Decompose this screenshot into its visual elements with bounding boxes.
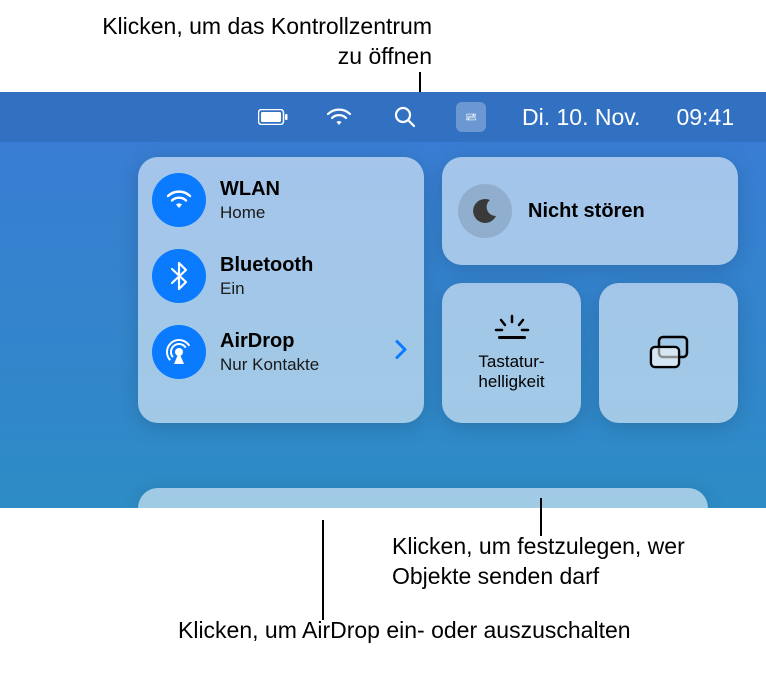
airdrop-title: AirDrop	[220, 330, 319, 353]
bluetooth-row[interactable]: Bluetooth Ein	[152, 249, 410, 303]
battery-icon[interactable]	[258, 102, 288, 132]
airdrop-subtitle: Nur Kontakte	[220, 355, 319, 375]
do-not-disturb-tile[interactable]: Nicht stören	[442, 157, 738, 265]
wifi-subtitle: Home	[220, 203, 280, 223]
keyboard-brightness-icon	[492, 314, 532, 344]
bluetooth-toggle-icon[interactable]	[152, 249, 206, 303]
wifi-text: WLAN Home	[220, 178, 280, 223]
airdrop-row[interactable]: AirDrop Nur Kontakte	[152, 325, 410, 379]
wifi-title: WLAN	[220, 178, 280, 201]
small-tiles-row: Tastatur-helligkeit	[442, 283, 738, 423]
screen-mirroring-icon	[647, 335, 691, 371]
connectivity-module: WLAN Home Bluetooth Ein AirDrop	[138, 157, 424, 423]
callout-control-center: Klicken, um das Kontrollzentrum zu öffne…	[72, 12, 432, 72]
callout-airdrop-options: Klicken, um festzulegen, wer Objekte sen…	[392, 532, 766, 592]
wifi-toggle-icon[interactable]	[152, 173, 206, 227]
wifi-row[interactable]: WLAN Home	[152, 173, 410, 227]
bluetooth-title: Bluetooth	[220, 254, 313, 277]
control-center-panel: WLAN Home Bluetooth Ein AirDrop	[138, 157, 738, 423]
airdrop-toggle-icon[interactable]	[152, 325, 206, 379]
keyboard-brightness-tile[interactable]: Tastatur-helligkeit	[442, 283, 581, 423]
menubar: Di. 10. Nov. 09:41	[0, 92, 766, 142]
keyboard-brightness-label: Tastatur-helligkeit	[454, 352, 569, 393]
search-icon[interactable]	[390, 102, 420, 132]
partial-module-below	[138, 488, 708, 508]
airdrop-text: AirDrop Nur Kontakte	[220, 330, 319, 375]
callout-line	[540, 498, 542, 536]
screen-mirroring-tile[interactable]	[599, 283, 738, 423]
chevron-right-icon[interactable]	[394, 339, 408, 366]
moon-icon	[458, 184, 512, 238]
bluetooth-subtitle: Ein	[220, 279, 313, 299]
menubar-date[interactable]: Di. 10. Nov.	[522, 104, 640, 131]
dnd-label: Nicht stören	[528, 199, 645, 223]
wifi-icon[interactable]	[324, 102, 354, 132]
callout-airdrop-toggle: Klicken, um AirDrop ein- oder auszuschal…	[178, 616, 631, 646]
control-center-icon[interactable]	[456, 102, 486, 132]
screenshot-region: Di. 10. Nov. 09:41 WLAN Home Bluetooth	[0, 92, 766, 508]
menubar-time[interactable]: 09:41	[676, 104, 734, 131]
right-modules: Nicht stören Tastatur-helligkeit	[442, 157, 738, 423]
bluetooth-text: Bluetooth Ein	[220, 254, 313, 299]
callout-line	[322, 520, 324, 620]
